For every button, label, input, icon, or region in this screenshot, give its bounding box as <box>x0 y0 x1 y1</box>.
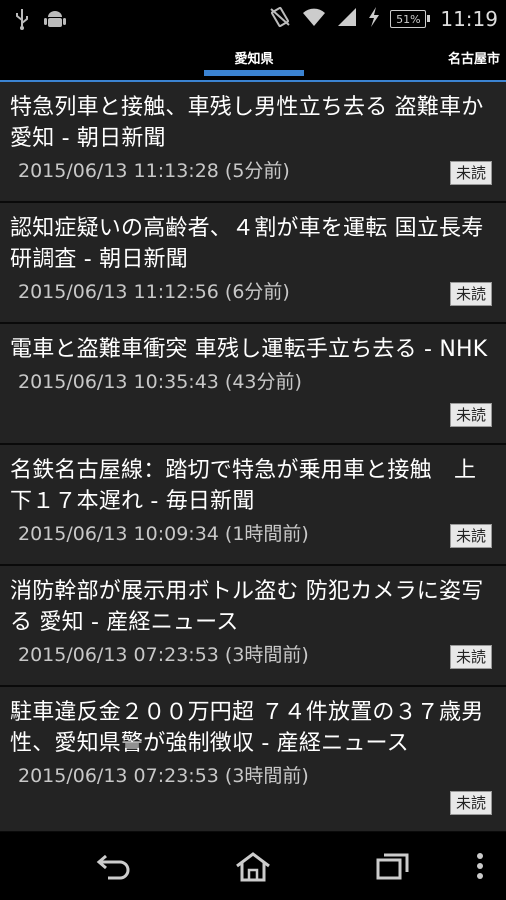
news-item[interactable]: 認知症疑いの高齢者、４割が車を運転 国立長寿研調査 - 朝日新聞 2015/06… <box>0 203 506 324</box>
back-icon[interactable] <box>96 852 132 884</box>
unread-badge: 未読 <box>449 524 492 548</box>
news-list: 特急列車と接触、車残し男性立ち去る 盗難車か 愛知 - 朝日新聞 2015/06… <box>0 82 506 833</box>
android-icon <box>44 8 66 34</box>
news-timestamp: 2015/06/13 11:13:28 (5分前) <box>18 160 290 182</box>
vibrate-icon <box>268 6 292 32</box>
news-title: 認知症疑いの高齢者、４割が車を運転 国立長寿研調査 - 朝日新聞 <box>10 216 484 272</box>
usb-icon <box>14 8 30 34</box>
unread-badge: 未読 <box>449 403 492 427</box>
news-title: 駐車違反金２００万円超 ７４件放置の３７歳男性、愛知県警が強制徴収 - 産経ニュ… <box>10 700 484 756</box>
news-timestamp: 2015/06/13 10:09:34 (1時間前) <box>18 523 309 545</box>
overflow-menu-icon[interactable] <box>476 852 484 884</box>
news-item[interactable]: 電車と盗難車衝突 車残し運転手立ち去る - NHK 2015/06/13 10:… <box>0 324 506 445</box>
news-item[interactable]: 名鉄名古屋線：踏切で特急が乗用車と接触 上下１７本遅れ - 毎日新聞 2015/… <box>0 445 506 566</box>
tab-nagoya[interactable]: 名古屋市 <box>448 48 500 67</box>
news-title: 電車と盗難車衝突 車残し運転手立ち去る - NHK <box>10 337 488 362</box>
news-timestamp: 2015/06/13 10:35:43 (43分前) <box>18 371 302 393</box>
news-item[interactable]: 駐車違反金２００万円超 ７４件放置の３７歳男性、愛知県警が強制徴収 - 産経ニュ… <box>0 687 506 833</box>
tab-indicator <box>204 70 304 76</box>
unread-badge: 未読 <box>449 282 492 306</box>
unread-badge: 未読 <box>449 645 492 669</box>
unread-badge: 未読 <box>449 791 492 815</box>
news-title: 名鉄名古屋線：踏切で特急が乗用車と接触 上下１７本遅れ - 毎日新聞 <box>10 458 477 514</box>
recent-apps-icon[interactable] <box>376 852 410 884</box>
news-timestamp: 2015/06/13 07:23:53 (3時間前) <box>18 644 309 666</box>
news-title: 消防幹部が展示用ボトル盗む 防犯カメラに姿写る 愛知 - 産経ニュース <box>10 579 484 635</box>
tab-bar: 愛知県 名古屋市 <box>0 38 506 83</box>
signal-icon <box>336 7 358 31</box>
charging-icon <box>368 7 380 31</box>
battery-icon: 51% <box>390 10 431 28</box>
wifi-icon <box>302 7 326 31</box>
news-timestamp: 2015/06/13 07:23:53 (3時間前) <box>18 765 309 787</box>
clock: 11:19 <box>440 7 498 31</box>
status-bar: 51% 11:19 <box>0 0 506 38</box>
news-title: 特急列車と接触、車残し男性立ち去る 盗難車か 愛知 - 朝日新聞 <box>10 95 484 151</box>
home-icon[interactable] <box>235 852 271 886</box>
tab-aichi[interactable]: 愛知県 <box>210 48 298 67</box>
news-item[interactable]: 特急列車と接触、車残し男性立ち去る 盗難車か 愛知 - 朝日新聞 2015/06… <box>0 82 506 203</box>
news-timestamp: 2015/06/13 11:12:56 (6分前) <box>18 281 290 303</box>
navigation-bar <box>0 832 506 900</box>
news-item[interactable]: 消防幹部が展示用ボトル盗む 防犯カメラに姿写る 愛知 - 産経ニュース 2015… <box>0 566 506 687</box>
unread-badge: 未読 <box>449 161 492 185</box>
